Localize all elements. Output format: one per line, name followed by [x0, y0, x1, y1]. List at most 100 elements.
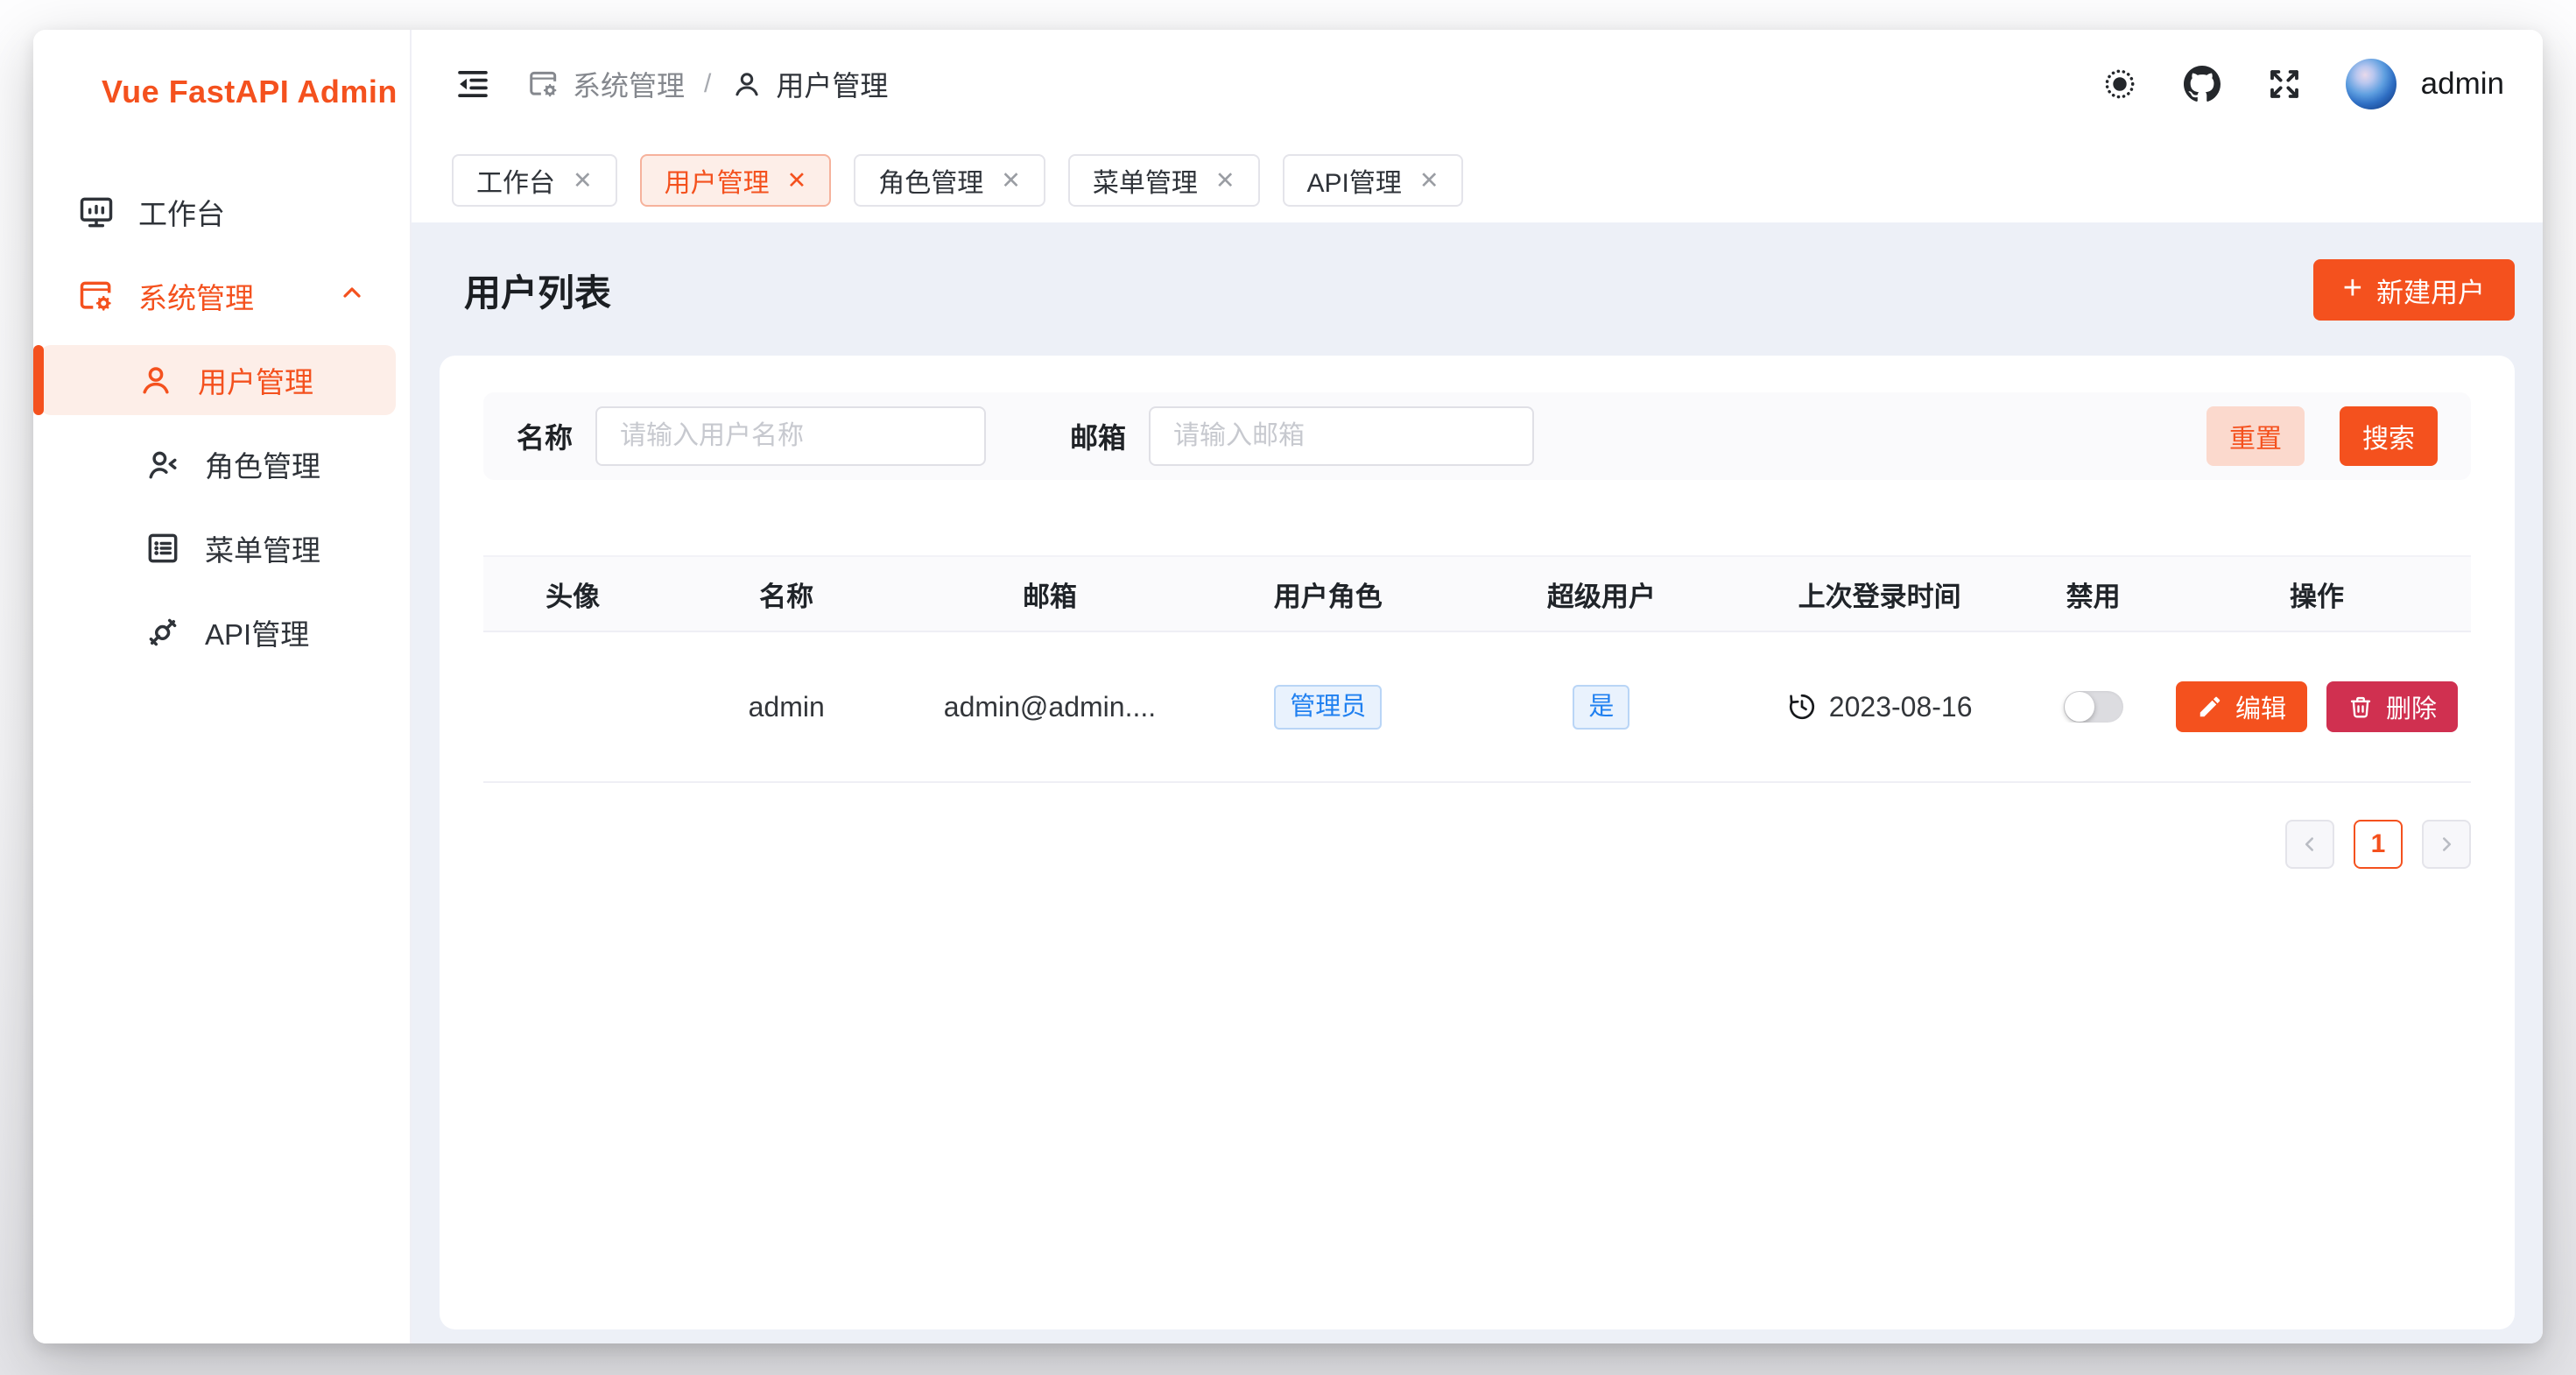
email-filter-label: 邮箱	[1070, 416, 1126, 456]
name-filter-input[interactable]	[595, 406, 986, 466]
sidebar-item-menu-management[interactable]: 菜单管理	[47, 513, 396, 583]
disable-toggle[interactable]	[2064, 691, 2123, 723]
tab-label: 角色管理	[878, 161, 983, 200]
pencil-icon	[2197, 694, 2223, 720]
cell-role: 管理员	[1189, 685, 1467, 730]
cell-disabled	[2023, 691, 2163, 723]
tab-label: 工作台	[476, 161, 555, 200]
tab-close-icon[interactable]: ✕	[1215, 169, 1235, 193]
new-user-button[interactable]: + 新建用户	[2313, 259, 2515, 321]
table-header-disabled: 禁用	[2023, 575, 2163, 614]
email-filter-input[interactable]	[1149, 406, 1534, 466]
sidebar-item-label: 用户管理	[198, 359, 313, 401]
tab-role-management[interactable]: 角色管理 ✕	[854, 154, 1045, 207]
chevron-right-icon	[2435, 833, 2458, 856]
app-title: Vue FastAPI Admin	[102, 74, 398, 110]
header: 系统管理 / 用户管理	[412, 30, 2543, 138]
tab-close-icon[interactable]: ✕	[1001, 169, 1021, 193]
prev-page-button[interactable]	[2285, 820, 2334, 869]
reset-button[interactable]: 重置	[2206, 406, 2305, 466]
system-settings-icon	[77, 277, 116, 315]
users-card: 名称 邮箱 重置 搜索 头像 名称 邮箱	[440, 356, 2515, 1329]
sidebar-item-user-management[interactable]: 用户管理	[40, 345, 396, 415]
sidebar-item-workbench[interactable]: 工作台	[47, 177, 396, 247]
username[interactable]: admin	[2421, 67, 2504, 102]
sidebar-item-label: 角色管理	[205, 443, 320, 485]
email-filter-group: 邮箱	[1070, 406, 1534, 466]
tab-close-icon[interactable]: ✕	[573, 169, 593, 193]
content: 用户列表 + 新建用户 名称 邮箱 重置 搜索	[412, 222, 2543, 1343]
table-header-superuser: 超级用户	[1467, 575, 1735, 614]
cell-email: admin@admin....	[911, 691, 1189, 723]
role-tag: 管理员	[1274, 685, 1382, 730]
menu-list-icon	[144, 529, 182, 568]
system-settings-icon	[527, 67, 560, 101]
main-area: 系统管理 / 用户管理	[412, 30, 2543, 1343]
api-plug-icon	[144, 613, 182, 652]
cell-name: admin	[662, 691, 911, 723]
tab-api-management[interactable]: API管理 ✕	[1283, 154, 1464, 207]
table-header-avatar: 头像	[483, 575, 662, 614]
breadcrumb-label: 系统管理	[573, 64, 685, 104]
workbench-icon	[77, 193, 116, 231]
sidebar-item-label: API管理	[205, 611, 309, 653]
last-login-value: 2023-08-16	[1829, 691, 1973, 723]
search-button[interactable]: 搜索	[2340, 406, 2438, 466]
new-user-button-label: 新建用户	[2376, 271, 2485, 310]
edit-button-label: 编辑	[2235, 688, 2286, 725]
toggle-knob	[2065, 692, 2094, 722]
sidebar-item-system-management[interactable]: 系统管理	[47, 261, 396, 331]
sidebar-menu: 工作台 系统管理 用户管理	[33, 170, 410, 674]
current-page-button[interactable]: 1	[2354, 820, 2403, 869]
tab-label: API管理	[1307, 161, 1402, 200]
delete-button-label: 删除	[2386, 688, 2437, 725]
sidebar: Vue FastAPI Admin 工作台 系统管理	[33, 30, 412, 1343]
logo-row[interactable]: Vue FastAPI Admin	[33, 30, 410, 147]
pagination: 1	[483, 820, 2471, 869]
edit-button[interactable]: 编辑	[2176, 681, 2307, 732]
fullscreen-button[interactable]	[2263, 63, 2305, 105]
table-header-actions: 操作	[2163, 575, 2471, 614]
table-header-role: 用户角色	[1189, 575, 1467, 614]
collapse-sidebar-icon	[454, 66, 491, 102]
cell-superuser: 是	[1467, 685, 1735, 730]
table-header-email: 邮箱	[911, 575, 1189, 614]
tab-menu-management[interactable]: 菜单管理 ✕	[1068, 154, 1260, 207]
sidebar-item-role-management[interactable]: 角色管理	[47, 429, 396, 499]
name-filter-label: 名称	[517, 416, 573, 456]
breadcrumb: 系统管理 / 用户管理	[527, 64, 888, 104]
sidebar-item-label: 系统管理	[138, 275, 254, 317]
role-icon	[144, 445, 182, 483]
cell-last-login: 2023-08-16	[1735, 691, 2023, 723]
breadcrumb-separator: /	[704, 69, 711, 99]
github-icon	[2184, 66, 2221, 102]
title-row: 用户列表 + 新建用户	[440, 222, 2515, 356]
user-icon	[730, 67, 764, 101]
collapse-sidebar-button[interactable]	[452, 63, 494, 105]
users-table: 头像 名称 邮箱 用户角色 超级用户 上次登录时间 禁用 操作 admin ad…	[483, 555, 2471, 783]
app-window: Vue FastAPI Admin 工作台 系统管理	[33, 30, 2543, 1343]
user-icon	[137, 361, 175, 399]
clock-icon	[1787, 692, 1817, 722]
theme-toggle-button[interactable]	[2099, 63, 2141, 105]
tab-user-management[interactable]: 用户管理 ✕	[640, 154, 832, 207]
breadcrumb-item-users[interactable]: 用户管理	[730, 64, 888, 104]
trash-icon	[2347, 694, 2374, 720]
avatar[interactable]	[2346, 59, 2397, 109]
tab-label: 菜单管理	[1093, 161, 1198, 200]
github-button[interactable]	[2181, 63, 2223, 105]
sidebar-item-label: 菜单管理	[205, 527, 320, 569]
table-header-name: 名称	[662, 575, 911, 614]
breadcrumb-label: 用户管理	[776, 64, 888, 104]
filter-actions: 重置 搜索	[2206, 406, 2438, 466]
tab-close-icon[interactable]: ✕	[1419, 169, 1439, 193]
delete-button[interactable]: 删除	[2326, 681, 2458, 732]
superuser-tag: 是	[1573, 685, 1629, 730]
tab-close-icon[interactable]: ✕	[787, 169, 807, 193]
sidebar-item-api-management[interactable]: API管理	[47, 597, 396, 667]
tab-label: 用户管理	[665, 161, 770, 200]
breadcrumb-item-system[interactable]: 系统管理	[527, 64, 685, 104]
next-page-button[interactable]	[2422, 820, 2471, 869]
chevron-up-icon[interactable]	[338, 279, 366, 314]
tab-workbench[interactable]: 工作台 ✕	[452, 154, 617, 207]
